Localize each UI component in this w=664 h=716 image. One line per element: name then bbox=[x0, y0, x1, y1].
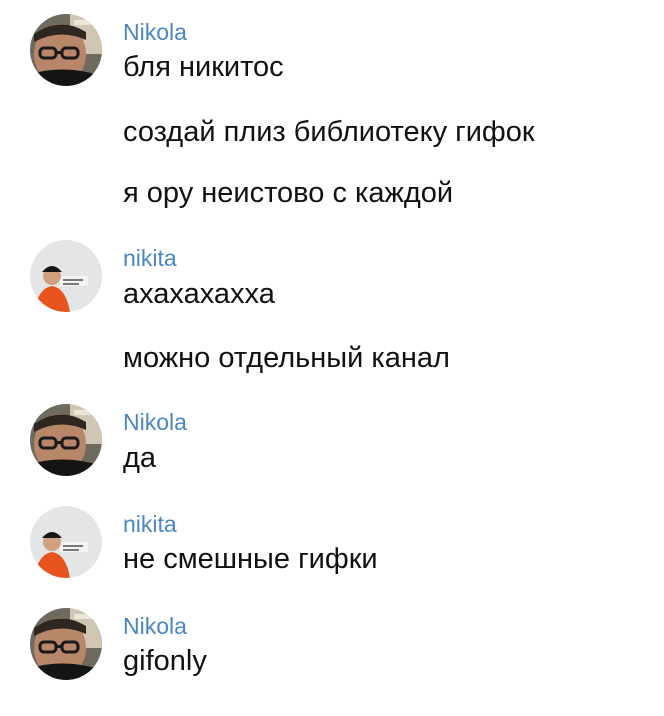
nikola-avatar-icon[interactable] bbox=[30, 14, 102, 86]
chat-history: Nikola бля никитос создай плиз библиотек… bbox=[0, 0, 664, 716]
message-text: не смешные гифки bbox=[123, 543, 378, 575]
nikita-avatar-icon[interactable] bbox=[30, 506, 102, 578]
nikola-avatar-icon[interactable] bbox=[30, 608, 102, 680]
sender-name[interactable]: nikita bbox=[123, 244, 177, 272]
message-text: можно отдельный канал bbox=[123, 342, 450, 374]
sender-name[interactable]: nikita bbox=[123, 510, 177, 538]
sender-name[interactable]: Nikola bbox=[123, 408, 187, 436]
message-text: да bbox=[123, 442, 157, 474]
message-text: ахахахахха bbox=[123, 278, 275, 310]
message-text: я ору неистово с каждой bbox=[123, 177, 454, 209]
message-text: бля никитос bbox=[123, 51, 284, 83]
message-text: создай плиз библиотеку гифок bbox=[123, 116, 535, 148]
message-text: gifonly bbox=[123, 645, 207, 677]
nikita-avatar-icon[interactable] bbox=[30, 240, 102, 312]
sender-name[interactable]: Nikola bbox=[123, 612, 187, 640]
nikola-avatar-icon[interactable] bbox=[30, 404, 102, 476]
sender-name[interactable]: Nikola bbox=[123, 18, 187, 46]
